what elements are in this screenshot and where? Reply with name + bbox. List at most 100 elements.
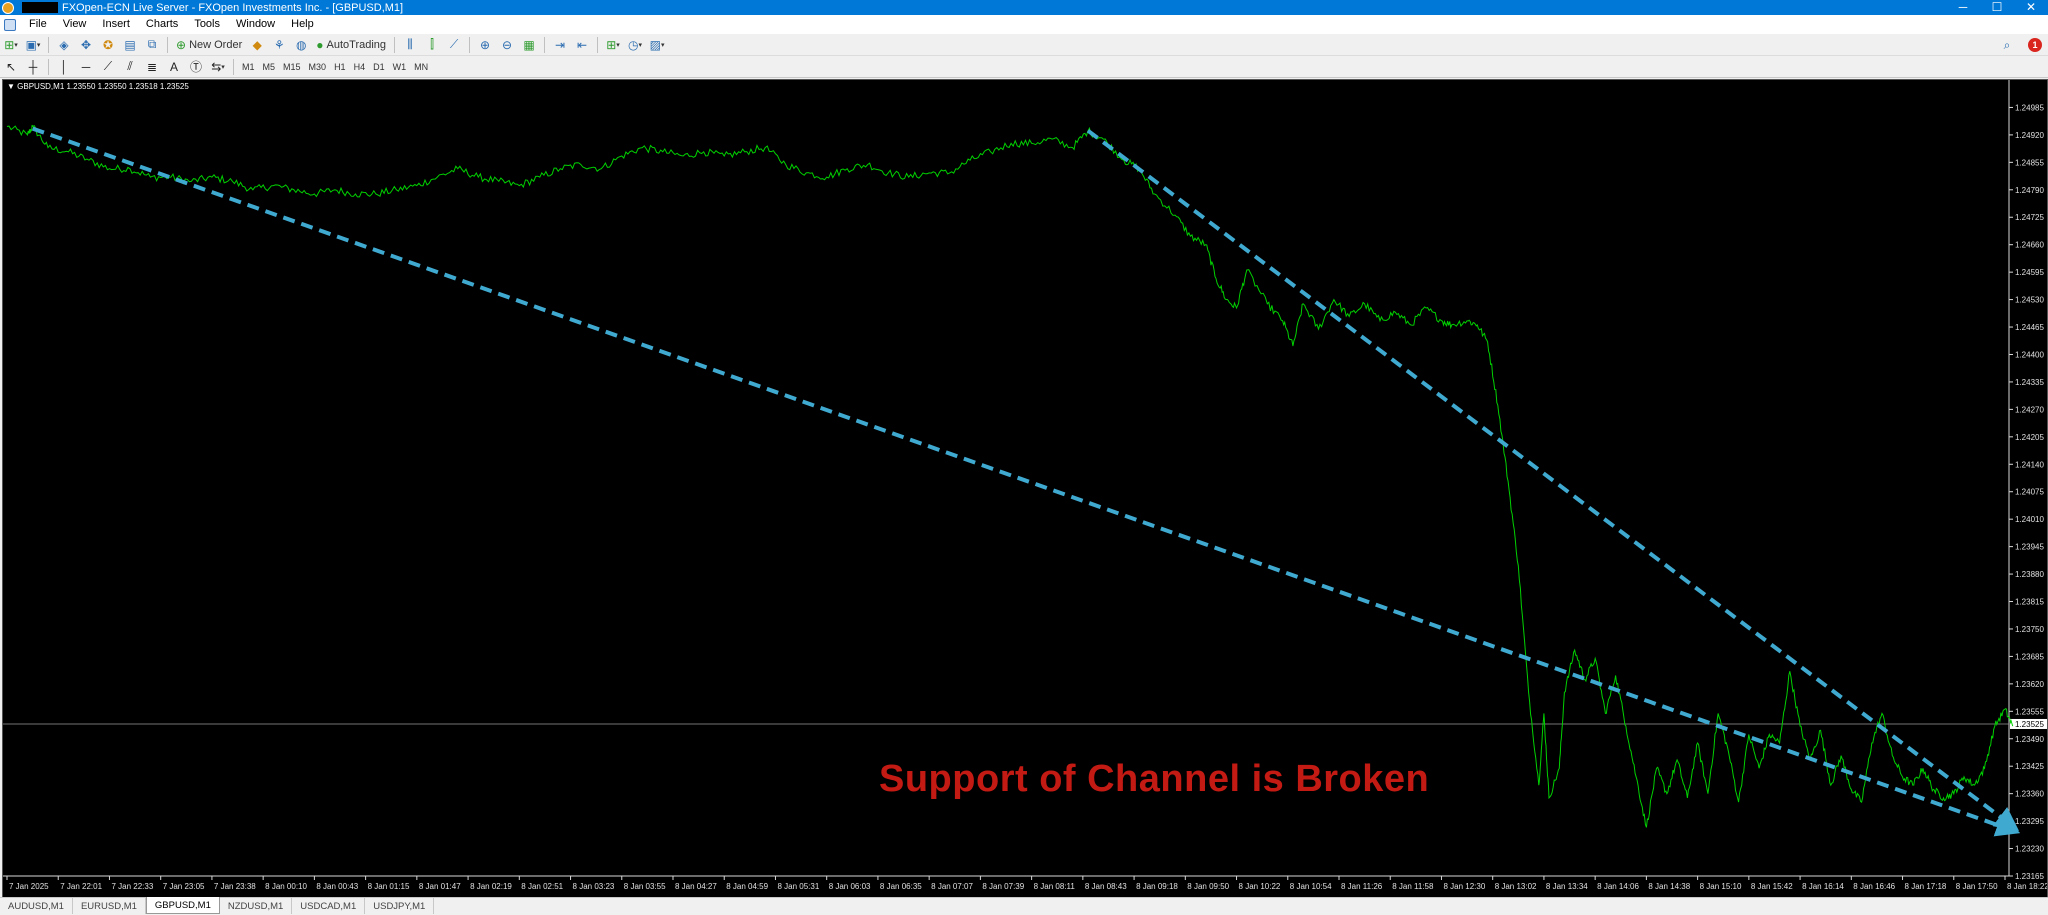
text-button[interactable]: A [164, 58, 184, 76]
tab-eurusd[interactable]: EURUSD,M1 [73, 898, 146, 914]
minimize-button[interactable]: ─ [1946, 0, 1980, 15]
templates-button[interactable]: ▨ ▾ [647, 36, 667, 54]
price-tick-label: 1.23360 [2015, 790, 2044, 799]
crosshair-icon: ✥ [80, 37, 92, 52]
search-button[interactable]: ⌕ [1997, 36, 2017, 54]
menu-window[interactable]: Window [228, 15, 283, 34]
maximize-button[interactable]: ☐ [1980, 0, 2014, 15]
autoscroll-button[interactable]: ⇥ [550, 36, 570, 54]
autoscroll-icon: ⇥ [555, 37, 566, 52]
data-window-button[interactable]: ✥ [76, 36, 96, 54]
time-tick-label: 8 Jan 15:10 [1700, 882, 1742, 891]
time-tick-label: 8 Jan 13:34 [1546, 882, 1588, 891]
menu-tools[interactable]: Tools [186, 15, 228, 34]
time-tick-label: 8 Jan 18:22 [2007, 882, 2047, 891]
indicators-button[interactable]: ⊞ ▾ [603, 36, 623, 54]
chart-annotation-text[interactable]: Support of Channel is Broken [879, 758, 1429, 801]
time-tick-label: 8 Jan 01:47 [419, 882, 461, 891]
zoom-in-button[interactable]: ⊕ [475, 36, 495, 54]
time-tick-label: 8 Jan 10:22 [1239, 882, 1281, 891]
periods-button[interactable]: ◷ ▾ [625, 36, 645, 54]
tab-gbpusd[interactable]: GBPUSD,M1 [145, 897, 220, 914]
new-chart-button[interactable]: ⊞ ▾ [1, 36, 21, 54]
search-icon: ⌕ [2003, 37, 2011, 52]
menu-file[interactable]: File [21, 15, 55, 34]
strategy-tester-button[interactable]: ⧉ [142, 36, 162, 54]
time-tick-label: 8 Jan 02:19 [470, 882, 512, 891]
terminal-button[interactable]: ▤ [120, 36, 140, 54]
time-tick-label: 8 Jan 00:10 [265, 882, 307, 891]
autotrading-button[interactable]: ● AutoTrading [313, 36, 389, 54]
metaeditor-button[interactable]: ◆ [247, 36, 267, 54]
timeframe-m1[interactable]: M1 [238, 59, 259, 75]
chart-window-icon[interactable] [4, 18, 16, 31]
vertical-line-button[interactable]: │ [54, 58, 74, 76]
dropdown-arrow-icon: ▾ [14, 41, 18, 49]
time-tick-label: 8 Jan 06:03 [829, 882, 871, 891]
time-tick-label: 8 Jan 17:18 [1905, 882, 1947, 891]
app-icon[interactable] [2, 1, 14, 14]
time-tick-label: 7 Jan 2025 [9, 882, 49, 891]
time-tick-label: 8 Jan 10:54 [1290, 882, 1332, 891]
timeframe-h1[interactable]: H1 [330, 59, 350, 75]
timeframe-m5[interactable]: M5 [259, 59, 280, 75]
close-button[interactable]: ✕ [2014, 0, 2048, 15]
toolbar-separator [544, 36, 546, 53]
horizontal-line-button[interactable]: ─ [76, 58, 96, 76]
cursor-button[interactable]: ↖ [1, 58, 21, 76]
market-button[interactable]: ◍ [291, 36, 311, 54]
tile-windows-button[interactable]: ▦ [519, 36, 539, 54]
chart-window[interactable]: 1.24985 1.24920 1.24855 1.24790 1.24725 1.246… [2, 79, 2048, 899]
timeframe-m30[interactable]: M30 [305, 59, 331, 75]
new-order-button[interactable]: ⊕ New Order [173, 36, 245, 54]
crosshair-button[interactable]: ┼ [23, 58, 43, 76]
signals-button[interactable]: ⚘ [269, 36, 289, 54]
chart-shift-button[interactable]: ⇤ [572, 36, 592, 54]
line-chart-icon: ⟋ [449, 37, 459, 51]
notification-badge[interactable]: 1 [2028, 38, 2042, 52]
title-bar: FXOpen-ECN Live Server - FXOpen Investme… [0, 0, 2048, 15]
trendline-button[interactable]: ⟋ [98, 58, 118, 76]
timeframe-w1[interactable]: W1 [389, 59, 411, 75]
text-label-button[interactable]: Ⓣ [186, 58, 206, 76]
bar-chart-button[interactable]: ⫼ [400, 36, 420, 54]
time-tick-label: 8 Jan 08:11 [1034, 882, 1076, 891]
tab-audusd[interactable]: AUDUSD,M1 [0, 898, 73, 914]
diamond-icon: ◆ [252, 37, 262, 52]
zoom-out-button[interactable]: ⊖ [497, 36, 517, 54]
price-tick-label: 1.24010 [2015, 515, 2044, 524]
price-tick-label: 1.23295 [2015, 817, 2044, 826]
menu-help[interactable]: Help [283, 15, 322, 34]
time-tick-label: 8 Jan 14:38 [1648, 882, 1690, 891]
price-tick-label: 1.24725 [2015, 213, 2044, 222]
time-tick-label: 8 Jan 07:39 [982, 882, 1024, 891]
arrows-button[interactable]: ⇆ ▾ [208, 58, 228, 76]
tester-icon: ⧉ [147, 37, 157, 51]
tab-nzdusd[interactable]: NZDUSD,M1 [220, 898, 293, 914]
time-tick-label: 8 Jan 03:23 [573, 882, 615, 891]
price-tick-label: 1.24335 [2015, 378, 2044, 387]
price-tick-label: 1.23165 [2015, 872, 2044, 881]
resistance-trendline [1086, 129, 2020, 831]
tab-usdcad[interactable]: USDCAD,M1 [292, 898, 366, 914]
line-chart-button[interactable]: ⟋ [444, 36, 464, 54]
timeframe-mn[interactable]: MN [410, 59, 432, 75]
toolbar-separator [167, 36, 168, 53]
tab-usdjpy[interactable]: USDJPY,M1 [365, 898, 435, 914]
timeframe-d1[interactable]: D1 [369, 59, 389, 75]
timeframe-h4[interactable]: H4 [350, 59, 370, 75]
time-tick-label: 8 Jan 16:14 [1802, 882, 1844, 891]
candlestick-button[interactable]: ⫿ [422, 36, 442, 54]
menu-insert[interactable]: Insert [94, 15, 138, 34]
menu-charts[interactable]: Charts [138, 15, 186, 34]
menu-view[interactable]: View [55, 15, 95, 34]
fibonacci-button[interactable]: ≣ [142, 58, 162, 76]
equidistant-channel-button[interactable]: ⫽ [120, 58, 140, 76]
market-watch-button[interactable]: ◈ [54, 36, 74, 54]
timeframe-m15[interactable]: M15 [279, 59, 305, 75]
profiles-button[interactable]: ▣ ▾ [23, 36, 43, 54]
signals-icon: ⚘ [273, 37, 285, 52]
price-tick-label: 1.24595 [2015, 268, 2044, 277]
cursor-icon: ↖ [5, 59, 17, 74]
navigator-button[interactable]: ✪ [98, 36, 118, 54]
